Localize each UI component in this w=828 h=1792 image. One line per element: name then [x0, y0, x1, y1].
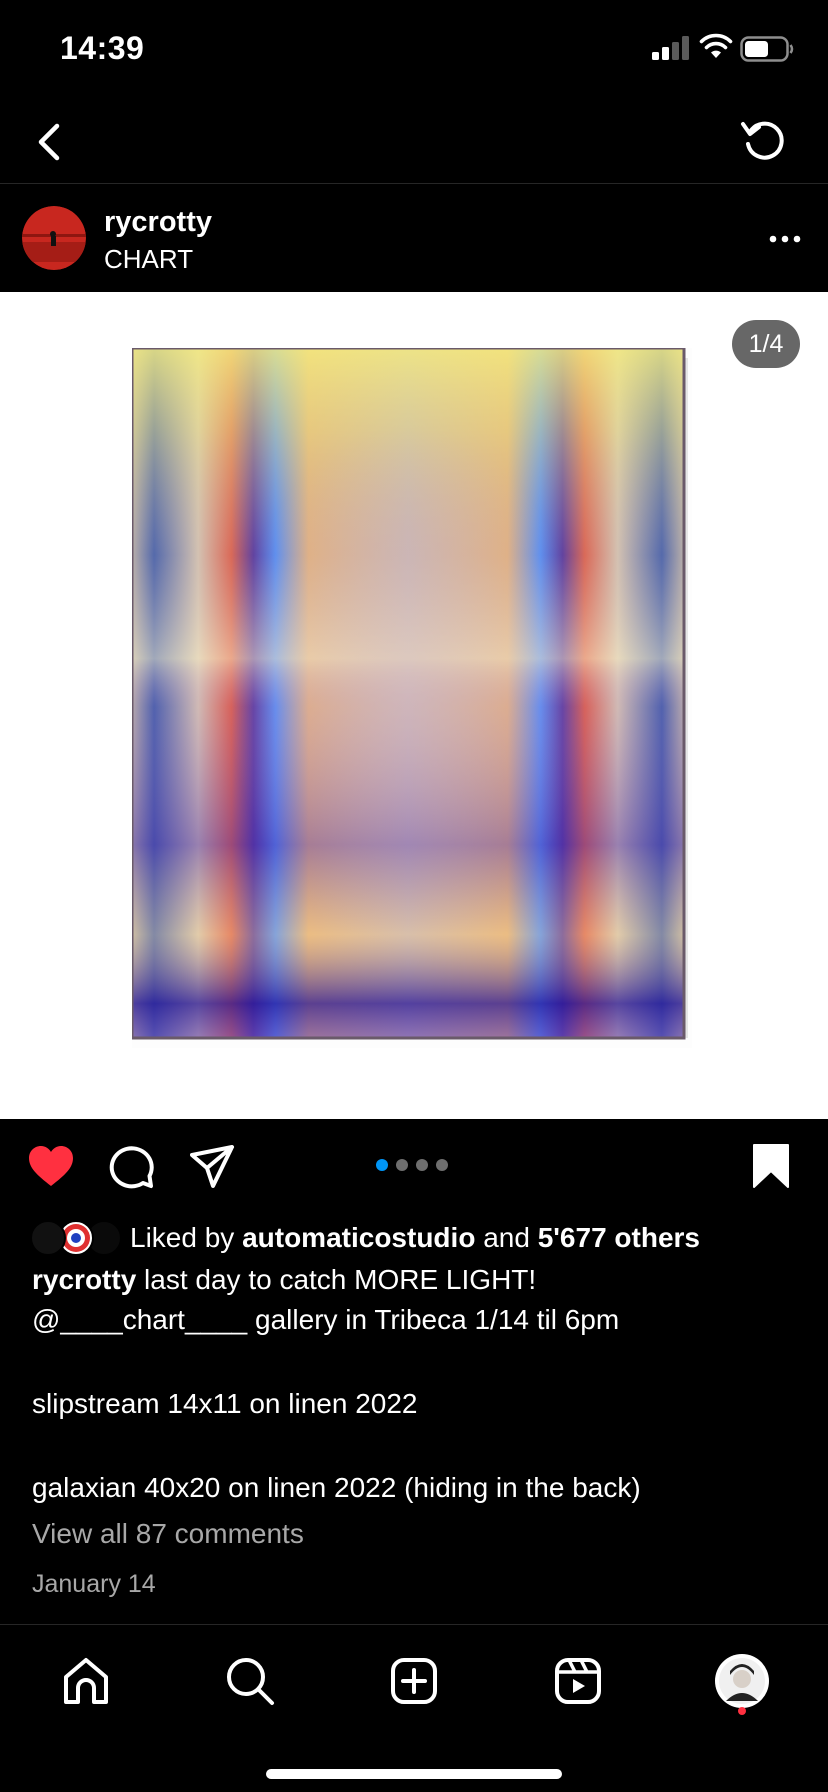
carousel-dot: [396, 1159, 408, 1171]
nav-bar: [0, 100, 828, 184]
post-header: rycrotty CHART: [0, 184, 828, 292]
search-icon[interactable]: [220, 1651, 280, 1711]
wifi-icon: [699, 33, 733, 58]
likes-summary[interactable]: Liked by automaticostudio and 5'677 othe…: [30, 1218, 820, 1258]
post-actions: [0, 1119, 828, 1205]
post-media[interactable]: 1/4: [0, 292, 828, 1119]
heart-icon[interactable]: [26, 1143, 76, 1189]
bookmark-icon[interactable]: [746, 1141, 796, 1191]
view-comments-link[interactable]: View all 87 comments: [32, 1518, 304, 1550]
caption: rycrotty last day to catch MORE LIGHT! @…: [32, 1260, 812, 1508]
user-avatar[interactable]: [22, 206, 86, 270]
notification-dot: [738, 1707, 746, 1715]
likes-prefix: Liked by: [130, 1222, 243, 1253]
signal-icon: [652, 36, 689, 60]
status-time: 14:39: [60, 30, 145, 66]
create-icon[interactable]: [384, 1651, 444, 1711]
likes-conjunction: and: [475, 1222, 538, 1253]
caption-text: galaxian 40x20 on linen 2022 (hiding in …: [32, 1472, 641, 1503]
comment-icon[interactable]: [108, 1143, 156, 1189]
likes-others[interactable]: 5'677 others: [538, 1222, 700, 1254]
reels-icon[interactable]: [548, 1651, 608, 1711]
profile-avatar[interactable]: [712, 1651, 772, 1711]
caption-text: last day to catch MORE LIGHT!: [136, 1264, 537, 1295]
carousel-dot: [376, 1159, 388, 1171]
home-indicator: [266, 1769, 562, 1779]
liker-username[interactable]: automaticostudio: [242, 1222, 475, 1254]
carousel-dot: [436, 1159, 448, 1171]
battery-icon: [740, 36, 794, 62]
location-label[interactable]: CHART: [104, 244, 193, 275]
liker-avatar: [30, 1220, 66, 1256]
share-icon[interactable]: [188, 1143, 236, 1189]
caption-text: slipstream 14x11 on linen 2022: [32, 1388, 418, 1419]
carousel-dot: [416, 1159, 428, 1171]
status-bar: 14:39: [0, 0, 828, 100]
caption-username[interactable]: rycrotty: [32, 1264, 136, 1295]
refresh-icon[interactable]: [734, 110, 794, 170]
carousel-indicator: [376, 1159, 448, 1171]
more-icon[interactable]: [760, 214, 810, 264]
username[interactable]: rycrotty: [104, 206, 212, 239]
artwork-image: [132, 348, 692, 1048]
caption-text: @____chart____ gallery in Tribeca 1/14 t…: [32, 1304, 620, 1335]
tab-bar: [0, 1624, 828, 1792]
liker-avatars: [30, 1220, 122, 1256]
home-icon[interactable]: [56, 1651, 116, 1711]
post-date: January 14: [32, 1570, 156, 1598]
back-icon[interactable]: [20, 112, 80, 172]
image-counter: 1/4: [732, 320, 800, 368]
